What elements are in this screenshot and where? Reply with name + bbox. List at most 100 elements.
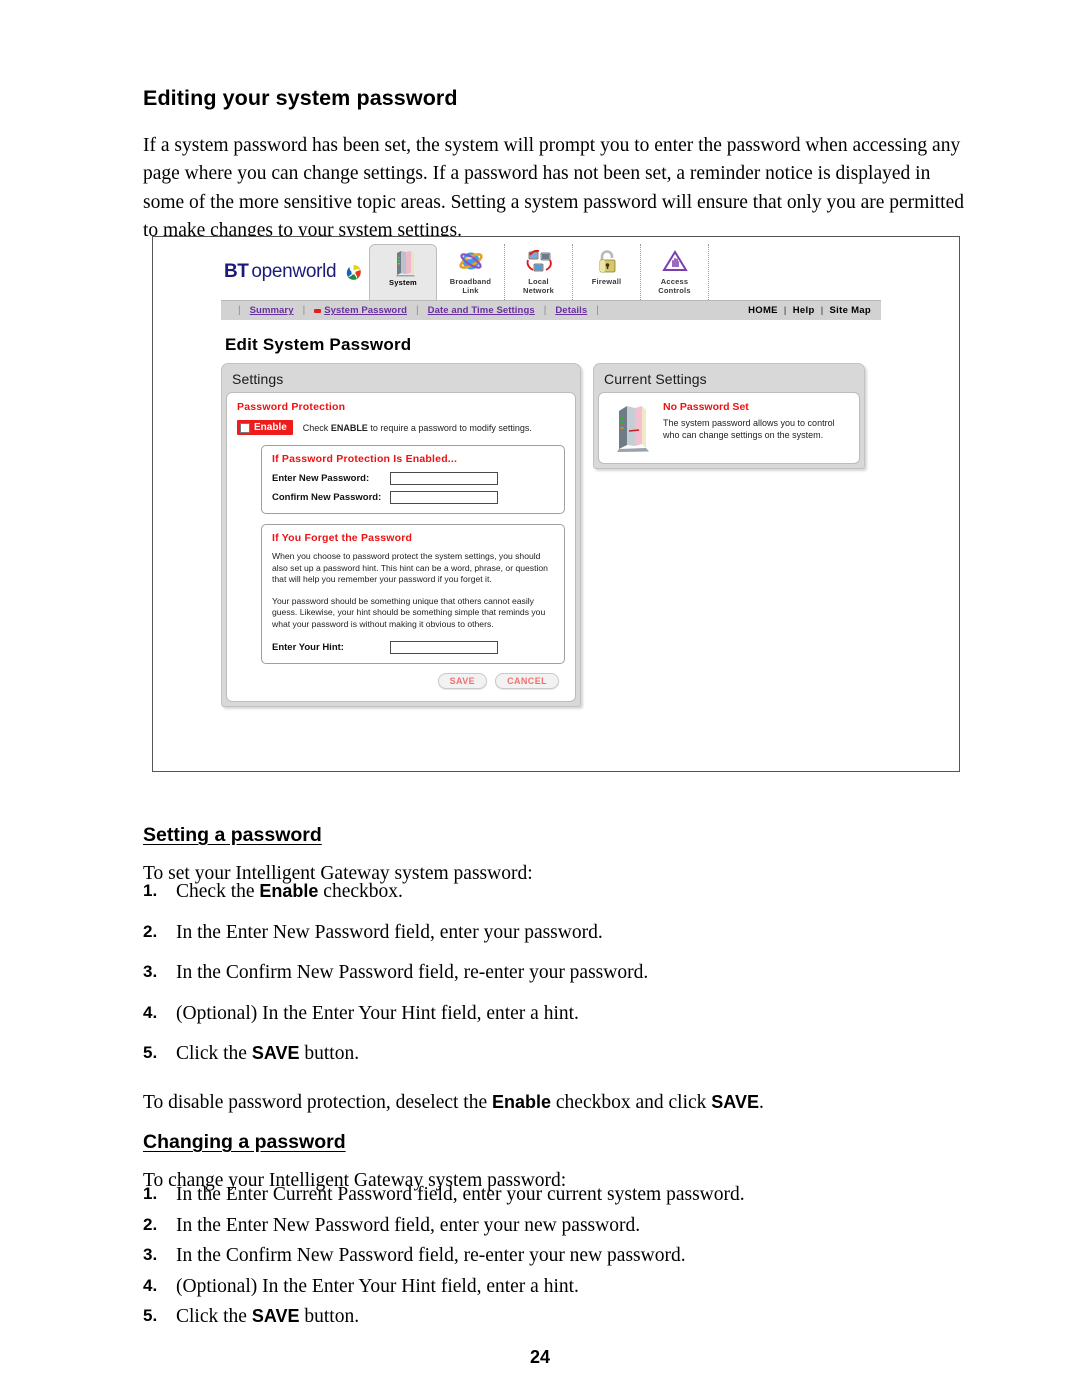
subnav-help-link[interactable]: Help	[793, 305, 815, 316]
tab-local-network-label: Local Network	[523, 277, 554, 295]
list-item: 3. In the Confirm New Password field, re-…	[143, 962, 648, 984]
enter-hint-input[interactable]	[390, 641, 498, 654]
subnav-utility-links[interactable]: HOME | Help | Site Map	[748, 305, 871, 316]
enable-checkbox-label: Enable	[254, 422, 287, 433]
list-item: 2. In the Enter New Password field, enter…	[143, 922, 648, 944]
subnav-divider: |	[238, 305, 241, 316]
panels-container: Settings Password Protection Enable Chec…	[221, 363, 881, 707]
tab-firewall[interactable]: Firewall	[573, 244, 641, 300]
list-item: 1. In the Enter Current Password field, e…	[143, 1184, 745, 1206]
enable-row: Enable Check ENABLE to require a passwor…	[237, 420, 565, 435]
enable-checkbox[interactable]: Enable	[237, 420, 293, 435]
subnav-item-system-password[interactable]: System Password	[324, 305, 407, 316]
step-number: 5.	[143, 1043, 158, 1062]
tab-system-label: System	[389, 278, 417, 287]
subnav-selected-marker-icon	[314, 308, 322, 313]
step-bold: Enable	[259, 881, 319, 901]
page-title: Editing your system password	[143, 86, 458, 111]
app-header: BT openworld System Broadband Link Local…	[221, 244, 881, 301]
step-suffix: button.	[299, 1306, 360, 1327]
enter-new-password-input[interactable]	[390, 472, 498, 485]
step-suffix: checkbox.	[318, 881, 403, 902]
step-number: 2.	[143, 1214, 158, 1234]
checkbox-box-icon[interactable]	[240, 422, 250, 433]
tab-broadband-link[interactable]: Broadband Link	[437, 244, 505, 300]
tab-local-network[interactable]: Local Network	[505, 244, 573, 300]
subnav-item-details[interactable]: Details	[555, 305, 587, 316]
cancel-button[interactable]: CANCEL	[495, 673, 559, 689]
current-settings-title: Current Settings	[604, 371, 707, 387]
main-tab-bar[interactable]: System Broadband Link Local Network Fire…	[369, 244, 709, 300]
subnav-divider: |	[820, 305, 824, 316]
save-button[interactable]: SAVE	[437, 673, 488, 689]
step-number: 3.	[143, 1245, 158, 1264]
step-text: In the Confirm New Password field, re-en…	[176, 1245, 686, 1266]
bt-globe-icon	[345, 264, 362, 281]
forgot-password-box: If You Forget the Password When you choo…	[261, 524, 565, 664]
brand-openworld-text: openworld	[251, 261, 337, 282]
password-protection-heading: Password Protection	[237, 401, 346, 413]
form-actions: SAVE CANCEL	[237, 664, 565, 691]
page-number: 24	[529, 1347, 551, 1367]
subnav-item-date-and-time-settings[interactable]: Date and Time Settings	[428, 305, 535, 316]
forgot-password-paragraph-2: Your password should be something unique…	[272, 595, 546, 629]
section-heading-changing-a-password: Changing a password	[143, 1131, 346, 1154]
enter-hint-label: Enter Your Hint:	[272, 642, 344, 653]
list-item: 4. (Optional) In the Enter Your Hint fiel…	[143, 1276, 745, 1298]
forgot-password-paragraph-1: When you choose to password protect the …	[272, 551, 548, 584]
step-text: In the Enter New Password field, enter y…	[176, 1214, 641, 1236]
brand-bt-text: BT	[224, 261, 249, 282]
router-icon	[388, 249, 418, 277]
current-settings-description: The system password allows you to contro…	[663, 418, 835, 440]
list-item: 5. Click the SAVE button.	[143, 1043, 648, 1065]
section-heading-setting-a-password: Setting a password	[143, 824, 322, 847]
tab-broadband-link-label: Broadband Link	[449, 277, 492, 295]
subnav-site-map-link[interactable]: Site Map	[830, 305, 871, 316]
enter-hint-row: Enter Your Hint:	[272, 641, 554, 654]
step-text: Click the	[176, 1306, 252, 1327]
step-text: Click the	[176, 1043, 252, 1064]
subnav-divider: |	[783, 305, 787, 316]
steps-list-changing: 1. In the Enter Current Password field, e…	[143, 1184, 745, 1337]
step-text: Check the	[176, 881, 260, 902]
intro-paragraph: If a system password has been set, the s…	[143, 134, 964, 242]
step-number: 2.	[143, 921, 158, 941]
tab-access-controls[interactable]: Access Controls	[641, 244, 709, 300]
list-item: 1. Check the Enable checkbox.	[143, 881, 648, 903]
step-text: In the Confirm New Password field, re-en…	[176, 962, 649, 983]
status-badge: No Password Set	[663, 401, 749, 413]
tab-system[interactable]: System	[369, 244, 437, 300]
disable-protection-note: To disable password protection, deselect…	[143, 1091, 764, 1113]
step-number: 3.	[143, 962, 158, 981]
confirm-new-password-input[interactable]	[390, 491, 498, 504]
app-page-title: Edit System Password	[225, 335, 412, 354]
enter-new-password-row: Enter New Password:	[272, 472, 554, 485]
tab-firewall-label: Firewall	[591, 277, 622, 286]
step-number: 5.	[143, 1306, 158, 1325]
subnav-divider: |	[543, 305, 547, 316]
list-item: 4. (Optional) In the Enter Your Hint fiel…	[143, 1003, 648, 1025]
step-text: (Optional) In the Enter Your Hint field,…	[176, 1275, 579, 1297]
subnav-item-summary[interactable]: Summary	[250, 305, 294, 316]
steps-list-setting: 1. Check the Enable checkbox. 2. In the En…	[143, 881, 648, 1084]
step-bold: SAVE	[251, 1306, 300, 1326]
enter-new-password-label: Enter New Password:	[272, 473, 370, 484]
password-enabled-heading: If Password Protection Is Enabled...	[272, 453, 458, 465]
gateway-web-ui: BT openworld System Broadband Link Local…	[221, 244, 881, 757]
tab-access-controls-label: Access Controls	[658, 277, 691, 295]
subnav-links[interactable]: | Summary | System Password | Date and T…	[221, 305, 608, 316]
document-page: Editing your system password If a system…	[0, 0, 1080, 1397]
list-item: 3. In the Confirm New Password field, re-…	[143, 1245, 745, 1267]
current-settings-card: No Password Set The system password allo…	[609, 401, 849, 453]
bt-openworld-logo: BT openworld	[224, 261, 362, 283]
subnav-home-link[interactable]: HOME	[748, 305, 778, 316]
step-text: (Optional) In the Enter Your Hint field,…	[176, 1002, 579, 1024]
padlock-icon	[592, 248, 622, 276]
forgot-password-heading: If You Forget the Password	[272, 532, 413, 544]
sub-navigation-bar[interactable]: | Summary | System Password | Date and T…	[221, 301, 881, 321]
confirm-new-password-label: Confirm New Password:	[272, 492, 382, 503]
screenshot-figure: BT openworld System Broadband Link Local…	[152, 236, 960, 772]
current-settings-panel: Current Settings No Password Set The sys…	[593, 363, 865, 469]
globe-icon	[456, 248, 486, 276]
settings-panel-body: Password Protection Enable Check ENABLE …	[226, 392, 576, 702]
